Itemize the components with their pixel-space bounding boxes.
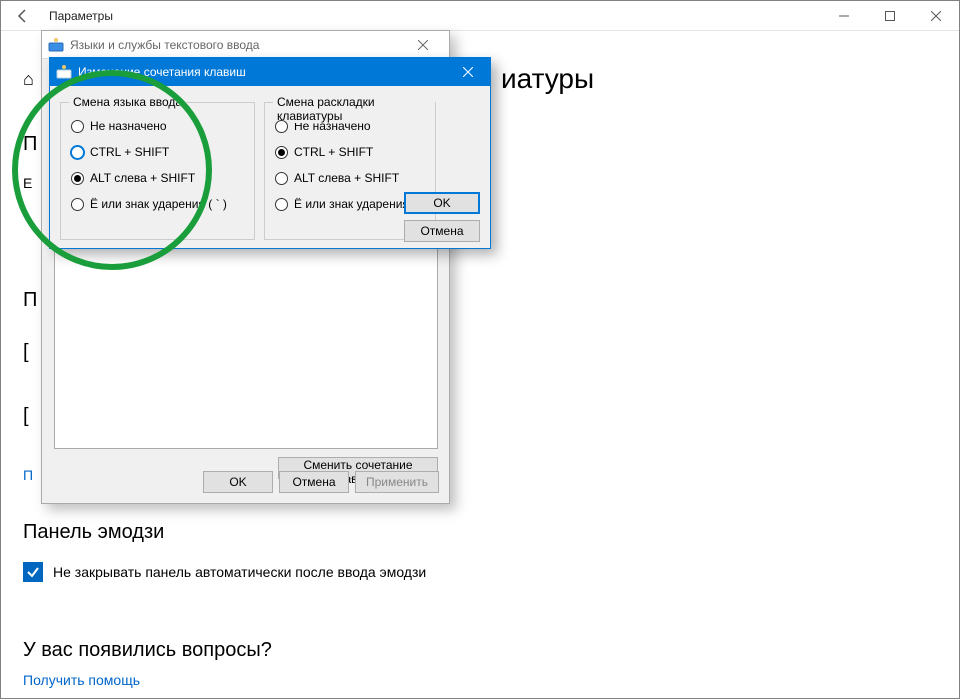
radio-label: CTRL + SHIFT [90, 145, 169, 159]
back-button[interactable] [1, 1, 45, 31]
radio-label: Не назначено [90, 119, 167, 133]
ts-ok-button[interactable]: OK [203, 471, 273, 493]
radio-lang-grave[interactable]: Ё или знак ударения ( ` ) [61, 191, 254, 217]
radio-icon [275, 146, 288, 159]
close-icon [931, 11, 941, 21]
radio-lang-ctrl-shift[interactable]: CTRL + SHIFT [61, 139, 254, 165]
hotkey-titlebar: Изменение сочетания клавиш [50, 58, 490, 86]
radio-icon [275, 172, 288, 185]
radio-label: ALT слева + SHIFT [90, 171, 195, 185]
emoji-heading: Панель эмодзи [23, 521, 426, 544]
input-language-group-title: Смена языка ввода [69, 95, 186, 109]
hotkey-buttons: OK Отмена [404, 192, 480, 248]
keyboard-layout-group-title: Смена раскладки клавиатуры [273, 95, 435, 123]
frag-e: Е [23, 175, 32, 191]
frag-b1: [ [23, 341, 29, 364]
settings-title: Параметры [45, 9, 821, 23]
back-arrow-icon [15, 8, 31, 24]
hotkey-cancel-button[interactable]: Отмена [404, 220, 480, 242]
radio-icon [71, 172, 84, 185]
hotkey-close-button[interactable] [446, 58, 490, 86]
radio-icon [275, 198, 288, 211]
radio-label: Ё или знак ударения ( ` ) [90, 197, 227, 211]
maximize-button[interactable] [867, 1, 913, 31]
hotkey-dialog: Изменение сочетания клавиш Смена языка в… [49, 57, 491, 249]
radio-label: ALT слева + SHIFT [294, 171, 399, 185]
questions-heading: У вас появились вопросы? [23, 639, 272, 662]
maximize-icon [885, 11, 895, 21]
frag-blue-p: П [23, 467, 33, 483]
close-icon [418, 40, 428, 50]
input-language-group: Смена языка ввода Не назначено CTRL + SH… [60, 102, 255, 240]
check-icon [26, 565, 40, 579]
emoji-section: Панель эмодзи Не закрывать панель автома… [23, 521, 426, 582]
radio-icon [71, 198, 84, 211]
radio-icon [71, 146, 84, 159]
hotkey-ok-button[interactable]: OK [404, 192, 480, 214]
radio-layout-alt-shift[interactable]: ALT слева + SHIFT [265, 165, 435, 191]
ts-cancel-button[interactable]: Отмена [279, 471, 349, 493]
close-button[interactable] [913, 1, 959, 31]
page-heading-partial: иатуры [501, 63, 594, 95]
questions-section: У вас появились вопросы? Получить помощь [23, 639, 272, 688]
radio-lang-none[interactable]: Не назначено [61, 113, 254, 139]
text-services-buttons: OK Отмена Применить [42, 471, 449, 493]
frag-b2: [ [23, 405, 29, 428]
radio-label: CTRL + SHIFT [294, 145, 373, 159]
frag-p1: П [23, 133, 37, 156]
radio-layout-ctrl-shift[interactable]: CTRL + SHIFT [265, 139, 435, 165]
get-help-link[interactable]: Получить помощь [23, 672, 140, 688]
keyboard-icon [48, 37, 64, 53]
text-services-title: Языки и службы текстового ввода [70, 38, 403, 52]
ts-apply-button: Применить [355, 471, 439, 493]
settings-titlebar: Параметры [1, 1, 959, 31]
radio-lang-alt-shift[interactable]: ALT слева + SHIFT [61, 165, 254, 191]
emoji-checkbox-row[interactable]: Не закрывать панель автоматически после … [23, 562, 426, 582]
text-services-close-button[interactable] [403, 37, 443, 53]
minimize-button[interactable] [821, 1, 867, 31]
minimize-icon [839, 11, 849, 21]
radio-icon [275, 120, 288, 133]
hotkey-title: Изменение сочетания клавиш [78, 65, 446, 79]
home-icon: ⌂ [23, 69, 34, 90]
radio-icon [71, 120, 84, 133]
text-services-titlebar: Языки и службы текстового ввода [42, 31, 449, 59]
frag-p2: П [23, 289, 37, 312]
close-icon [463, 67, 473, 77]
keyboard-icon [56, 64, 72, 80]
emoji-checkbox[interactable] [23, 562, 43, 582]
emoji-checkbox-label: Не закрывать панель автоматически после … [53, 564, 426, 580]
